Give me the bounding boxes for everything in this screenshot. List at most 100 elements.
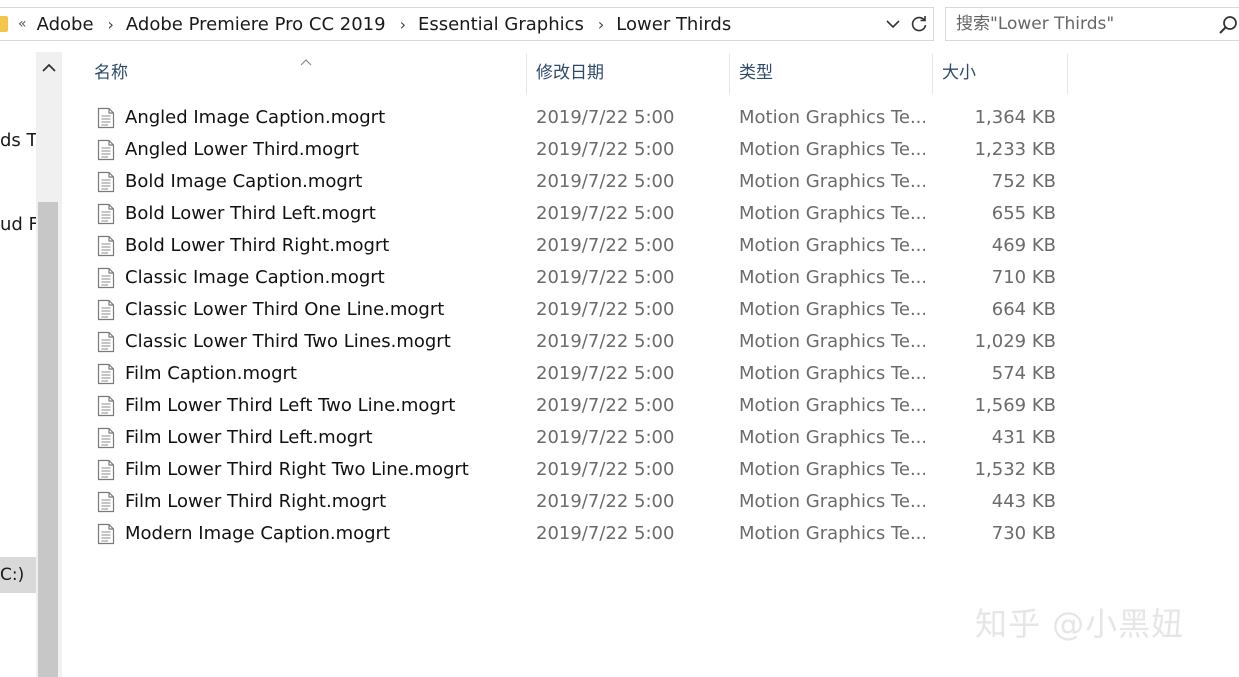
document-icon xyxy=(97,427,115,449)
file-date: 2019/7/22 5:00 xyxy=(536,107,675,128)
document-icon xyxy=(97,331,115,353)
file-size: 1,569 KB xyxy=(974,395,1056,416)
file-row[interactable]: Film Lower Third Right.mogrt 2019/7/22 5… xyxy=(62,486,1062,518)
file-row[interactable]: Angled Image Caption.mogrt 2019/7/22 5:0… xyxy=(62,102,1062,134)
file-type: Motion Graphics Te... xyxy=(739,331,925,352)
document-icon xyxy=(97,267,115,289)
file-size: 443 KB xyxy=(991,491,1056,512)
breadcrumb-overflow-button[interactable]: « xyxy=(18,16,27,32)
document-icon xyxy=(97,459,115,481)
breadcrumb-item[interactable]: Adobe xyxy=(37,14,94,35)
file-name: Bold Lower Third Right.mogrt xyxy=(125,235,390,256)
search-box[interactable]: 搜索"Lower Thirds" xyxy=(945,7,1239,41)
breadcrumb-separator[interactable]: › xyxy=(598,15,604,34)
file-size: 431 KB xyxy=(991,427,1056,448)
file-name: Film Lower Third Right Two Line.mogrt xyxy=(125,459,469,480)
file-size: 752 KB xyxy=(991,171,1056,192)
file-row[interactable]: Angled Lower Third.mogrt 2019/7/22 5:00 … xyxy=(62,134,1062,166)
file-date: 2019/7/22 5:00 xyxy=(536,427,675,448)
file-size: 1,364 KB xyxy=(974,107,1056,128)
file-name: Classic Lower Third One Line.mogrt xyxy=(125,299,445,320)
file-name: Angled Lower Third.mogrt xyxy=(125,139,360,160)
file-name: Film Lower Third Left Two Line.mogrt xyxy=(125,395,456,416)
document-icon xyxy=(97,523,115,545)
file-name: Film Lower Third Right.mogrt xyxy=(125,491,387,512)
document-icon xyxy=(97,491,115,513)
scrollbar-thumb[interactable] xyxy=(38,202,58,677)
file-name: Classic Lower Third Two Lines.mogrt xyxy=(125,331,451,352)
document-icon xyxy=(97,235,115,257)
watermark: 知乎 @小黑妞 xyxy=(975,605,1185,643)
breadcrumb: « Adobe › Adobe Premiere Pro CC 2019 › E… xyxy=(18,8,731,40)
file-size: 730 KB xyxy=(991,523,1056,544)
breadcrumb-item[interactable]: Adobe Premiere Pro CC 2019 xyxy=(126,14,386,35)
file-size: 710 KB xyxy=(991,267,1056,288)
file-date: 2019/7/22 5:00 xyxy=(536,299,675,320)
file-date: 2019/7/22 5:00 xyxy=(536,235,675,256)
search-input[interactable]: 搜索"Lower Thirds" xyxy=(956,8,1114,40)
file-size: 574 KB xyxy=(991,363,1056,384)
file-row[interactable]: Film Lower Third Left Two Line.mogrt 201… xyxy=(62,390,1062,422)
nav-item-selected[interactable]: C:) xyxy=(0,557,36,593)
file-date: 2019/7/22 5:00 xyxy=(536,491,675,512)
file-row[interactable]: Film Caption.mogrt 2019/7/22 5:00 Motion… xyxy=(62,358,1062,390)
address-bar[interactable]: « Adobe › Adobe Premiere Pro CC 2019 › E… xyxy=(0,7,934,41)
column-header-name[interactable]: 名称 xyxy=(94,52,128,94)
file-row[interactable]: Bold Lower Third Left.mogrt 2019/7/22 5:… xyxy=(62,198,1062,230)
file-date: 2019/7/22 5:00 xyxy=(536,523,675,544)
file-type: Motion Graphics Te... xyxy=(739,363,925,384)
nav-item[interactable]: ud Fi xyxy=(0,214,38,235)
column-divider[interactable] xyxy=(932,54,933,94)
file-row[interactable]: Classic Image Caption.mogrt 2019/7/22 5:… xyxy=(62,262,1062,294)
file-size: 655 KB xyxy=(991,203,1056,224)
file-type: Motion Graphics Te... xyxy=(739,171,925,192)
breadcrumb-separator[interactable]: › xyxy=(400,15,406,34)
file-type: Motion Graphics Te... xyxy=(739,491,925,512)
file-type: Motion Graphics Te... xyxy=(739,459,925,480)
breadcrumb-item[interactable]: Essential Graphics xyxy=(418,14,584,35)
file-type: Motion Graphics Te... xyxy=(739,395,925,416)
file-row[interactable]: Modern Image Caption.mogrt 2019/7/22 5:0… xyxy=(62,518,1062,550)
file-type: Motion Graphics Te... xyxy=(739,523,925,544)
column-divider[interactable] xyxy=(729,54,730,94)
file-date: 2019/7/22 5:00 xyxy=(536,331,675,352)
toolbar: « Adobe › Adobe Premiere Pro CC 2019 › E… xyxy=(0,0,1239,50)
file-row[interactable]: Bold Lower Third Right.mogrt 2019/7/22 5… xyxy=(62,230,1062,262)
chevron-down-icon[interactable] xyxy=(880,12,906,36)
document-icon xyxy=(97,395,115,417)
file-date: 2019/7/22 5:00 xyxy=(536,171,675,192)
breadcrumb-separator[interactable]: › xyxy=(108,15,114,34)
file-type: Motion Graphics Te... xyxy=(739,107,925,128)
file-row[interactable]: Bold Image Caption.mogrt 2019/7/22 5:00 … xyxy=(62,166,1062,198)
column-header-row: 名称 修改日期 类型 大小 xyxy=(62,52,1239,94)
file-row[interactable]: Film Lower Third Left.mogrt 2019/7/22 5:… xyxy=(62,422,1062,454)
search-icon[interactable] xyxy=(1218,15,1238,35)
file-name: Bold Image Caption.mogrt xyxy=(125,171,363,192)
folder-icon xyxy=(0,16,8,32)
column-header-date[interactable]: 修改日期 xyxy=(536,52,604,94)
column-header-type[interactable]: 类型 xyxy=(739,52,773,94)
column-divider[interactable] xyxy=(526,54,527,94)
file-date: 2019/7/22 5:00 xyxy=(536,459,675,480)
document-icon xyxy=(97,299,115,321)
nav-scrollbar[interactable] xyxy=(36,52,62,677)
column-divider[interactable] xyxy=(1067,54,1068,94)
refresh-icon[interactable] xyxy=(906,12,932,36)
file-size: 469 KB xyxy=(991,235,1056,256)
file-size: 1,029 KB xyxy=(974,331,1056,352)
column-header-size[interactable]: 大小 xyxy=(942,52,976,94)
breadcrumb-item-current[interactable]: Lower Thirds xyxy=(616,14,731,35)
file-date: 2019/7/22 5:00 xyxy=(536,363,675,384)
document-icon xyxy=(97,363,115,385)
file-name: Classic Image Caption.mogrt xyxy=(125,267,385,288)
document-icon xyxy=(97,107,115,129)
chevron-up-icon[interactable] xyxy=(39,56,59,80)
file-row[interactable]: Film Lower Third Right Two Line.mogrt 20… xyxy=(62,454,1062,486)
file-row[interactable]: Classic Lower Third Two Lines.mogrt 2019… xyxy=(62,326,1062,358)
file-date: 2019/7/22 5:00 xyxy=(536,395,675,416)
file-size: 1,532 KB xyxy=(974,459,1056,480)
file-date: 2019/7/22 5:00 xyxy=(536,267,675,288)
nav-item[interactable]: ds Ti xyxy=(0,130,38,151)
file-type: Motion Graphics Te... xyxy=(739,299,925,320)
file-row[interactable]: Classic Lower Third One Line.mogrt 2019/… xyxy=(62,294,1062,326)
